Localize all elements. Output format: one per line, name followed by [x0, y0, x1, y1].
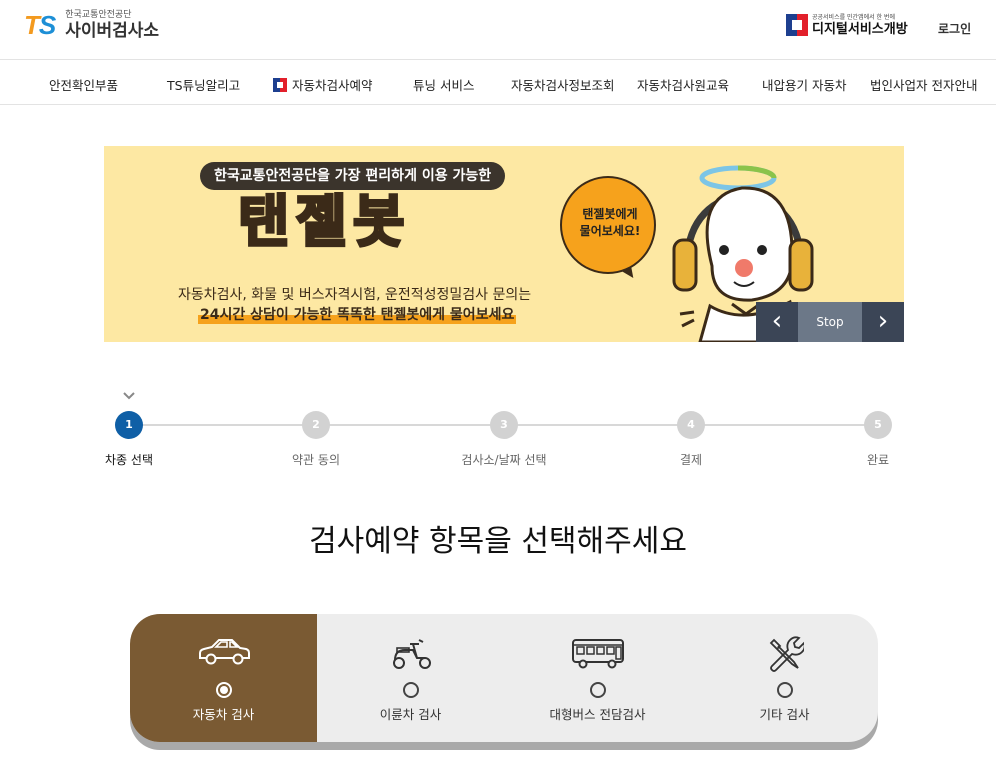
digital-service-name: 디지털서비스개방 — [812, 21, 908, 37]
option-label: 자동차 검사 — [192, 707, 255, 722]
site-header: TS 한국교통안전공단 사이버검사소 공공서비스를 민간앱에서 한 번에 디지털… — [0, 0, 996, 60]
ts-logo-mark: TS — [24, 10, 56, 41]
page-title: 검사예약 항목을 선택해주세요 — [309, 524, 687, 559]
option-label: 이륜차 검사 — [379, 707, 442, 722]
tools-icon — [769, 636, 804, 672]
login-link[interactable]: 로그인 — [938, 20, 971, 37]
promo-banner[interactable]: 한국교통안전공단을 가장 편리하게 이용 가능한 탠젤봇 자동차검사, 화물 및… — [104, 146, 904, 342]
digital-service-icon — [273, 78, 287, 92]
option-radio[interactable] — [589, 682, 606, 698]
inspection-type-selector: 자동차 검사 이륜차 검사 대형버스 전담검사 기타 검사 — [130, 614, 878, 742]
step-4-marker: 4 — [677, 411, 705, 439]
logo-letter-t: T — [24, 10, 40, 40]
banner-title: 탠젤봇 — [237, 190, 411, 255]
nav-item-safety-parts[interactable]: 안전확인부품 — [49, 75, 118, 94]
option-label: 대형버스 전담검사 — [549, 707, 646, 722]
logo-letter-s: S — [38, 10, 56, 40]
banner-prev-button[interactable]: ‹ — [756, 302, 798, 342]
step-5-marker: 5 — [864, 411, 892, 439]
step-4-label: 결제 — [679, 453, 703, 467]
banner-next-button[interactable]: › — [862, 302, 904, 342]
option-radio[interactable] — [402, 682, 419, 698]
speech-bubble: 탠젤봇에게 물어보세요! — [560, 176, 656, 274]
step-2-label: 약관 동의 — [292, 453, 340, 467]
chevron-left-icon: ‹ — [771, 306, 783, 336]
banner-controls: ‹ Stop › — [756, 302, 904, 342]
step-3-label: 검사소/날짜 선택 — [461, 453, 547, 467]
option-bus-inspection[interactable]: 대형버스 전담검사 — [504, 614, 691, 742]
option-label: 기타 검사 — [759, 707, 810, 722]
speech-bubble-text: 탠젤봇에게 물어보세요! — [562, 206, 658, 240]
digital-service-link[interactable]: 공공서비스를 민간앱에서 한 번에 디지털서비스개방 — [786, 14, 908, 36]
digital-service-tagline: 공공서비스를 민간앱에서 한 번에 — [812, 13, 896, 21]
banner-stop-button[interactable]: Stop — [798, 302, 862, 342]
banner-description: 자동차검사, 화물 및 버스자격시험, 운전적성정밀검사 문의는 — [178, 287, 532, 303]
main-nav: 안전확인부품 TS튜닝알리고 자동차검사예약 튜닝 서비스 자동차검사정보조회 … — [0, 61, 996, 105]
scooter-icon — [392, 639, 431, 669]
digital-service-icon — [786, 14, 808, 36]
step-5-label: 완료 — [866, 453, 890, 467]
step-2-marker: 2 — [302, 411, 330, 439]
option-motorcycle-inspection[interactable]: 이륜차 검사 — [317, 614, 504, 742]
nav-item-corporate-notice[interactable]: 법인사업자 전자안내 — [870, 75, 977, 94]
bubble-line-1: 탠젤봇에게 — [582, 207, 638, 221]
current-step-check-icon — [123, 392, 135, 400]
step-1-label: 차종 선택 — [105, 453, 153, 467]
banner-pill: 한국교통안전공단을 가장 편리하게 이용 가능한 — [200, 162, 506, 190]
site-logo[interactable]: TS 한국교통안전공단 사이버검사소 — [24, 10, 159, 41]
nav-item-inspector-training[interactable]: 자동차검사원교육 — [637, 75, 729, 94]
option-car-inspection[interactable]: 자동차 검사 — [130, 614, 317, 742]
org-name: 한국교통안전공단 — [65, 10, 132, 20]
car-icon — [198, 639, 250, 665]
nav-item-pressure-vehicle[interactable]: 내압용기 자동차 — [762, 75, 846, 94]
nav-item-tuning-service[interactable]: 튜닝 서비스 — [413, 75, 474, 94]
nav-item-inspection-info[interactable]: 자동차검사정보조회 — [511, 75, 615, 94]
banner-highlight: 24시간 상담이 가능한 똑똑한 탠젤봇에게 물어보세요 — [198, 304, 517, 324]
logo-text: 한국교통안전공단 사이버검사소 — [65, 11, 159, 40]
step-3-marker: 3 — [490, 411, 518, 439]
step-1-marker: 1 — [115, 411, 143, 439]
nav-item-ts-tuning[interactable]: TS튜닝알리고 — [167, 75, 240, 94]
option-radio[interactable] — [215, 682, 232, 698]
bus-icon — [571, 639, 624, 669]
digital-service-text: 공공서비스를 민간앱에서 한 번에 디지털서비스개방 — [812, 13, 908, 37]
nav-item-label: 자동차검사예약 — [292, 78, 373, 93]
chevron-right-icon: › — [877, 306, 889, 336]
nav-item-inspection-booking[interactable]: 자동차검사예약 — [273, 75, 373, 94]
option-radio[interactable] — [776, 682, 793, 698]
site-name: 사이버검사소 — [65, 21, 160, 41]
bubble-line-2: 물어보세요! — [579, 223, 641, 238]
option-other-inspection[interactable]: 기타 검사 — [691, 614, 878, 742]
